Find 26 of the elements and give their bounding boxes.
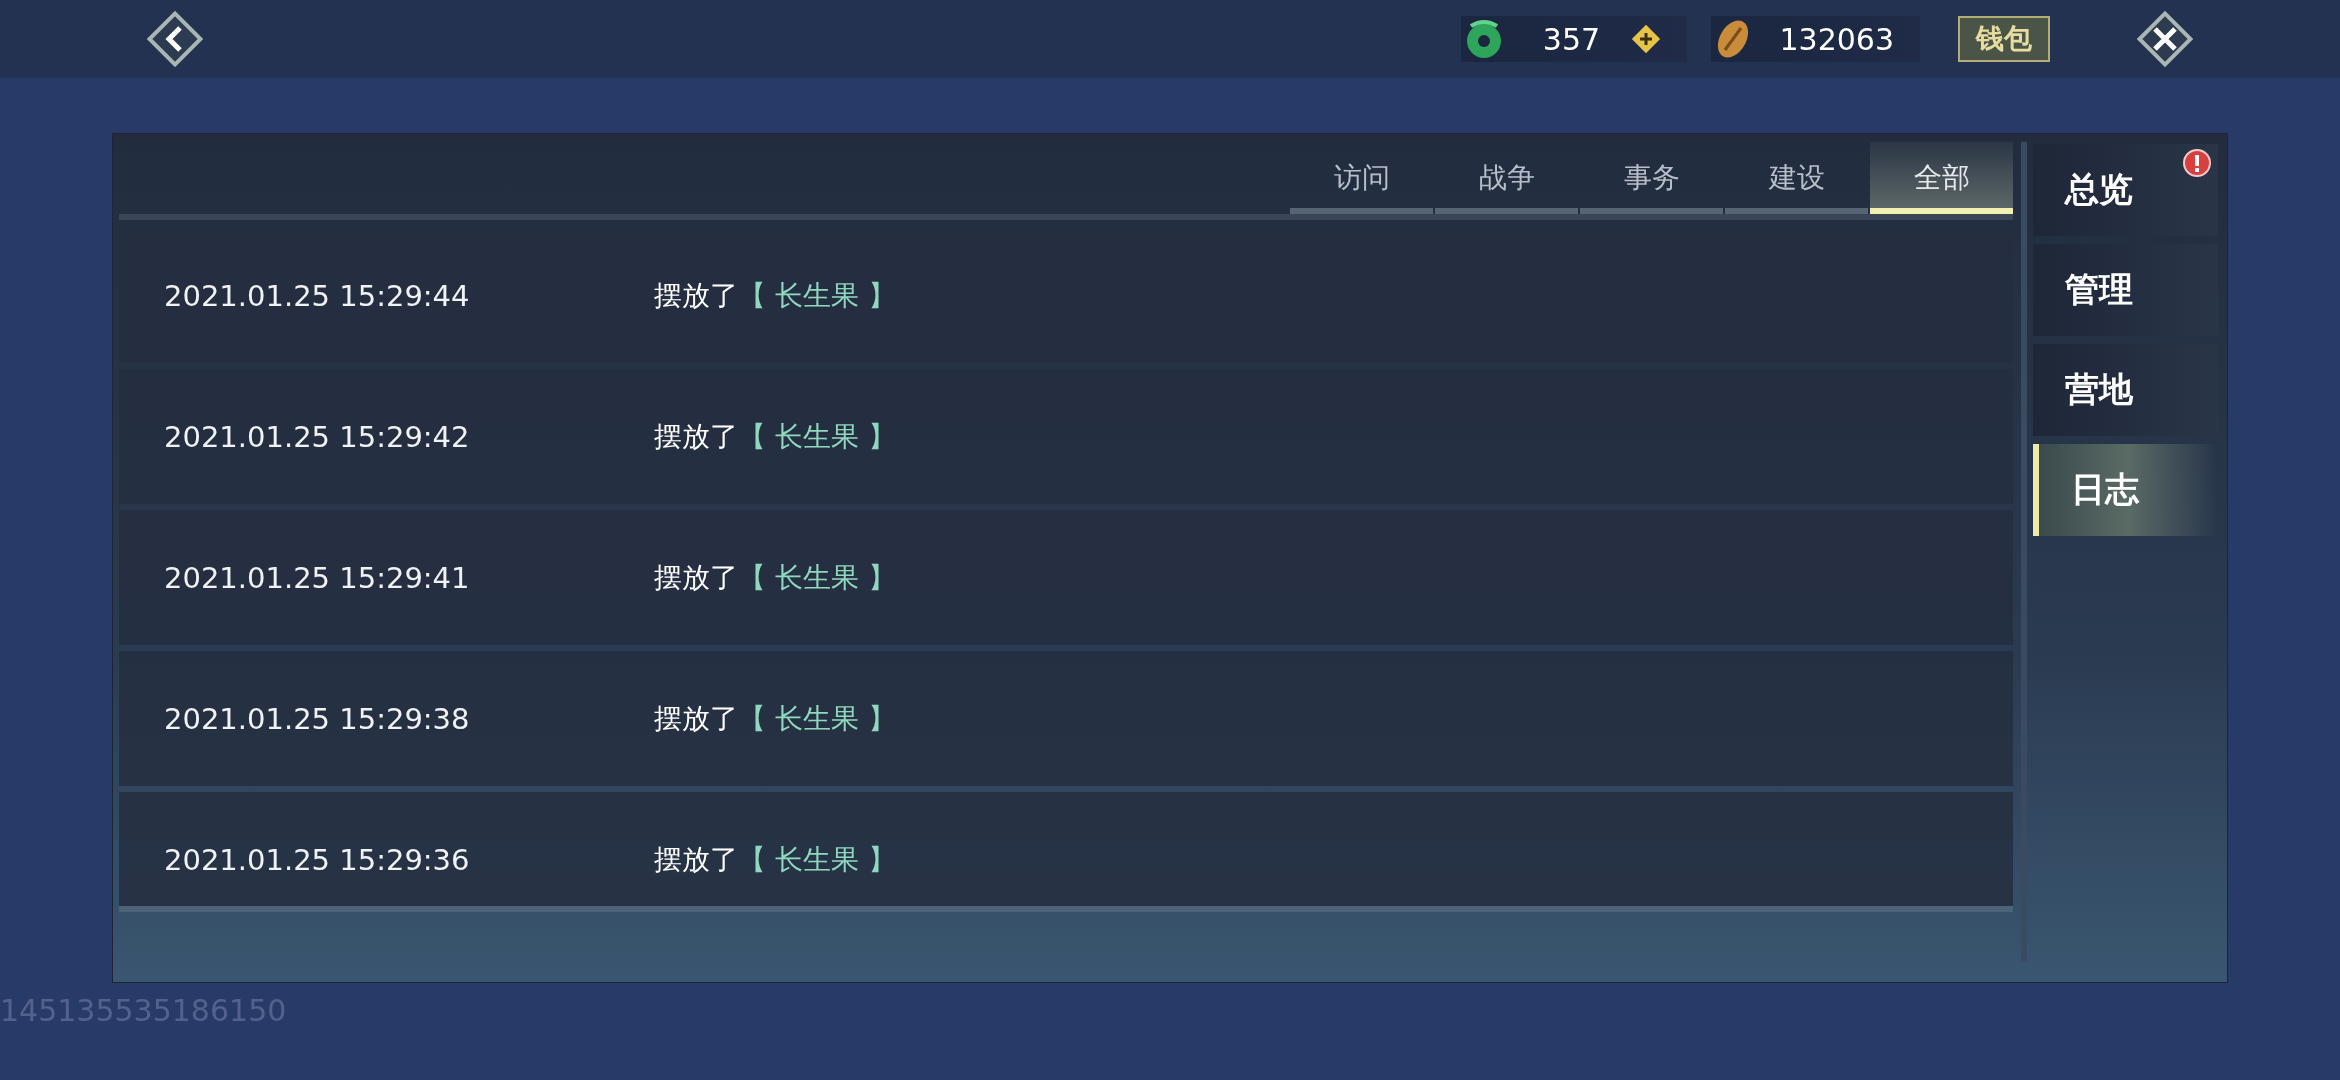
sidebar-item[interactable]: 营地 (2033, 344, 2218, 436)
log-item: 【 长生果 】 (738, 418, 896, 455)
log-item: 【 长生果 】 (738, 700, 896, 737)
log-time: 2021.01.25 15:29:41 (164, 560, 471, 595)
sidebar-item[interactable]: 管理 (2033, 244, 2218, 336)
jade-amount: 357 (1541, 21, 1602, 57)
log-action: 摆放了 (654, 418, 738, 455)
filter-tab[interactable]: 全部 (1870, 142, 2013, 214)
log-item: 【 长生果 】 (738, 277, 896, 314)
log-time: 2021.01.25 15:29:36 (164, 842, 471, 877)
filter-tab[interactable]: 事务 (1580, 142, 1723, 214)
sidebar-item[interactable]: 总览 (2033, 144, 2218, 236)
log-action: 摆放了 (654, 700, 738, 737)
filter-tab[interactable]: 访问 (1290, 142, 1433, 214)
log-action: 摆放了 (654, 841, 738, 878)
log-time: 2021.01.25 15:29:44 (164, 278, 471, 313)
filter-tab[interactable]: 建设 (1725, 142, 1868, 214)
log-action: 摆放了 (654, 277, 738, 314)
log-item: 【 长生果 】 (738, 841, 896, 878)
wallet-button[interactable]: 钱包 (1958, 16, 2050, 62)
coin-amount: 132063 (1779, 21, 1894, 57)
log-time: 2021.01.25 15:29:38 (164, 701, 471, 736)
log-action: 摆放了 (654, 559, 738, 596)
log-time: 2021.01.25 15:29:42 (164, 419, 471, 454)
filter-tab[interactable]: 战争 (1435, 142, 1578, 214)
log-item: 【 长生果 】 (738, 559, 896, 596)
